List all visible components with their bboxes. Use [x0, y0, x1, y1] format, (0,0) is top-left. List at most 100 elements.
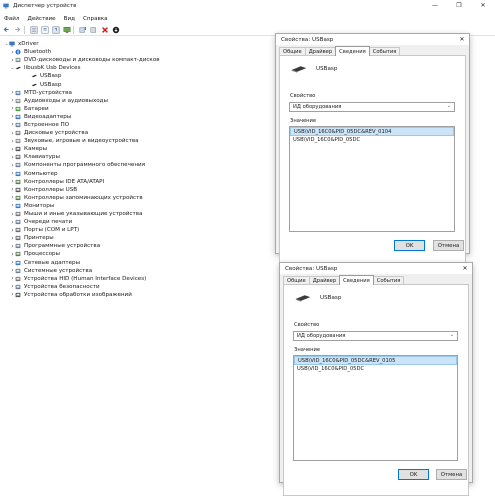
- value-item[interactable]: USB\VID_16C0&PID_05DC&REV_0104: [290, 127, 454, 136]
- tree-item-label: Устройства HID (Human Interface Devices): [24, 275, 147, 282]
- tree-item[interactable]: › Камеры: [0, 145, 280, 153]
- tree-item[interactable]: USBasp: [0, 72, 280, 80]
- tree-item[interactable]: ⌄ libusbK Usb Devices: [0, 64, 280, 72]
- tree-item-label: Порты (COM и LPT): [24, 227, 80, 234]
- tree-view-icon: [30, 26, 37, 33]
- dialog-close-button[interactable]: ✕: [458, 263, 472, 274]
- value-listbox[interactable]: USB\VID_16C0&PID_05DC&REV_0105 USB\VID_1…: [293, 355, 458, 461]
- dialog-title-bar[interactable]: Свойства: USBasp ✕: [280, 263, 472, 274]
- device-tree[interactable]: ⌄ xDriver › Bluetooth › DVD-дисководы и дис…: [0, 40, 280, 299]
- uninstall-device-button[interactable]: [100, 25, 109, 34]
- view-tree-button[interactable]: [29, 25, 38, 34]
- tree-item[interactable]: › Клавиатуры: [0, 153, 280, 161]
- camera-icon: [15, 147, 21, 152]
- tree-item[interactable]: › Принтеры: [0, 234, 280, 242]
- display-adapter-icon: [15, 114, 21, 119]
- cancel-button[interactable]: Отмена: [436, 469, 467, 480]
- tree-item[interactable]: › Дисковые устройства: [0, 129, 280, 137]
- tree-item[interactable]: › Мыши и иные указывающие устройства: [0, 210, 280, 218]
- tree-item[interactable]: › Процессоры: [0, 250, 280, 258]
- tree-item[interactable]: › Системные устройства: [0, 267, 280, 275]
- property-dropdown[interactable]: ИД оборудования ⌄: [293, 331, 458, 341]
- tree-item-label: Компьютер: [24, 170, 58, 177]
- tree-item[interactable]: › Контроллеры USB: [0, 186, 280, 194]
- device-manager-icon: [3, 3, 9, 8]
- tree-item[interactable]: › MTD-устройства: [0, 89, 280, 97]
- tree-item[interactable]: › Компьютер: [0, 170, 280, 178]
- value-listbox[interactable]: USB\VID_16C0&PID_05DC&REV_0104 USB\VID_1…: [289, 126, 455, 232]
- tab-events[interactable]: События: [372, 276, 405, 284]
- tab-driver[interactable]: Драйвер: [304, 47, 337, 55]
- network-adapter-icon: [15, 260, 21, 265]
- disable-device-button[interactable]: [89, 25, 98, 34]
- ok-button[interactable]: OK: [398, 469, 429, 480]
- tree-item[interactable]: › Порты (COM и LPT): [0, 226, 280, 234]
- tab-details[interactable]: Сведения: [335, 46, 370, 56]
- print-queue-icon: [15, 220, 21, 225]
- window-controls: — ❐ ✕: [423, 0, 495, 11]
- tree-item-label: Мониторы: [24, 202, 55, 209]
- tree-item[interactable]: › Видеоадаптеры: [0, 113, 280, 121]
- tree-item[interactable]: › Контроллеры запоминающих устройств: [0, 194, 280, 202]
- tree-root[interactable]: ⌄ xDriver: [0, 40, 280, 48]
- properties-dialog-1: Свойства: USBasp ✕ Общие Драйвер Сведени…: [275, 33, 470, 267]
- back-button[interactable]: [2, 25, 11, 34]
- title-bar[interactable]: Диспетчер устройств — ❐ ✕: [0, 0, 495, 11]
- ok-button[interactable]: OK: [394, 240, 425, 251]
- scan-hardware-button[interactable]: [62, 25, 71, 34]
- help-button[interactable]: [51, 25, 60, 34]
- tree-item[interactable]: › Батареи: [0, 105, 280, 113]
- keyboard-icon: [15, 155, 21, 160]
- maximize-button[interactable]: ❐: [447, 0, 471, 11]
- download-circle-icon: [112, 26, 119, 33]
- value-item[interactable]: USB\VID_16C0&PID_05DC: [294, 365, 457, 373]
- security-device-icon: [15, 284, 21, 289]
- tree-item[interactable]: › Устройства обработки изображений: [0, 291, 280, 299]
- close-button[interactable]: ✕: [471, 0, 495, 11]
- tab-details[interactable]: Сведения: [339, 275, 374, 285]
- properties-button[interactable]: [40, 25, 49, 34]
- tab-driver[interactable]: Драйвер: [308, 276, 341, 284]
- forward-button[interactable]: [13, 25, 22, 34]
- minimize-button[interactable]: —: [423, 0, 447, 11]
- tree-item[interactable]: › Устройства безопасности: [0, 283, 280, 291]
- dialog-title-bar[interactable]: Свойства: USBasp ✕: [276, 34, 469, 45]
- tab-general[interactable]: Общие: [279, 47, 306, 55]
- menu-help[interactable]: Справка: [79, 16, 112, 22]
- tree-item[interactable]: › Устройства HID (Human Interface Devices…: [0, 275, 280, 283]
- tree-item[interactable]: › Мониторы: [0, 202, 280, 210]
- value-label: Значение: [290, 118, 317, 124]
- tree-item[interactable]: USBasp: [0, 80, 280, 88]
- tree-item[interactable]: › Контроллеры IDE ATA/ATAPI: [0, 178, 280, 186]
- window-title: Диспетчер устройств: [13, 2, 77, 9]
- tree-item-label: Мыши и иные указывающие устройства: [24, 211, 143, 218]
- tree-item-label: USBasp: [40, 81, 62, 88]
- tree-item[interactable]: › Звуковые, игровые и видеоустройства: [0, 137, 280, 145]
- tab-events[interactable]: События: [368, 47, 401, 55]
- update-driver-button[interactable]: [78, 25, 87, 34]
- tree-item[interactable]: › Bluetooth: [0, 48, 280, 56]
- tree-item[interactable]: › Аудиовходы и аудиовыходы: [0, 97, 280, 105]
- menu-file[interactable]: Файл: [0, 16, 23, 22]
- value-item[interactable]: USB\VID_16C0&PID_05DC: [290, 136, 454, 144]
- property-dropdown[interactable]: ИД оборудования ⌄: [289, 102, 455, 112]
- download-driver-button[interactable]: [111, 25, 120, 34]
- tree-item[interactable]: › Программные устройства: [0, 242, 280, 250]
- cancel-button[interactable]: Отмена: [433, 240, 464, 251]
- tree-item[interactable]: › Компоненты программного обеспечения: [0, 161, 280, 169]
- menu-view[interactable]: Вид: [60, 16, 79, 22]
- tree-item[interactable]: › Встроенное ПО: [0, 121, 280, 129]
- remove-x-icon: [101, 26, 108, 33]
- dialog-close-button[interactable]: ✕: [455, 34, 469, 45]
- tree-item-label: Устройства обработки изображений: [24, 291, 132, 298]
- tree-item[interactable]: › Очереди печати: [0, 218, 280, 226]
- tree-item[interactable]: › Сетевые адаптеры: [0, 259, 280, 267]
- properties-icon: [41, 26, 48, 33]
- tree-item-label: Встроенное ПО: [24, 121, 70, 128]
- menu-action[interactable]: Действие: [23, 16, 59, 22]
- tree-item[interactable]: › DVD-дисководы и дисководы компакт-диско…: [0, 56, 280, 64]
- tab-general[interactable]: Общие: [283, 276, 310, 284]
- disable-icon: [90, 26, 96, 33]
- help-icon: [52, 26, 59, 33]
- value-item[interactable]: USB\VID_16C0&PID_05DC&REV_0105: [294, 356, 457, 365]
